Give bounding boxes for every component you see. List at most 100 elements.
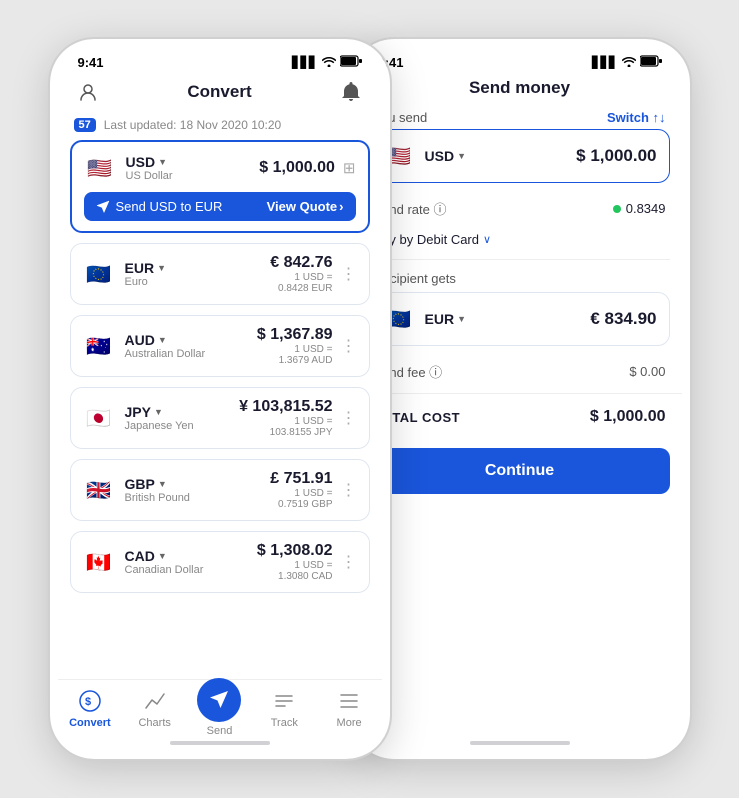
cad-menu-icon[interactable]: ⋮ [341,552,357,572]
gbp-name: British Pound [125,492,190,504]
convert-tab-icon: $ [77,688,103,714]
continue-button[interactable]: Continue [370,448,670,494]
aud-flag: 🇦🇺 [83,330,115,362]
gbp-code: GBP ▼ [125,476,190,492]
tab-more[interactable]: More [317,688,382,729]
send-usd-amount: $ 1,000.00 [576,146,656,166]
page-title-1: Convert [187,82,251,102]
cad-rate: 1 USD =1.3080 CAD [257,560,333,582]
usd-flag: 🇺🇸 [84,152,116,184]
send-rate-info-icon: ⓘ [434,202,447,217]
send-fee-row: Send fee ⓘ $ 0.00 [358,354,682,389]
cad-name: Canadian Dollar [125,564,204,576]
status-icons-2: ▋▋▋ [592,55,661,70]
tab-charts[interactable]: Charts [122,688,187,729]
gbp-card[interactable]: 🇬🇧 GBP ▼ British Pound £ 751.91 1 USD =0… [70,459,370,521]
tab-track-label: Track [271,717,298,729]
eur-rate: 1 USD =0.8428 EUR [270,272,332,294]
eur-menu-icon[interactable]: ⋮ [341,264,357,284]
usd-code: USD ▼ [126,154,173,170]
svg-text:$: $ [85,696,91,708]
status-bar-1: 9:41 ▋▋▋ [58,47,382,74]
recipient-eur-code: EUR ▼ [425,311,466,327]
wifi-icon-1 [322,56,336,70]
pay-method-row[interactable]: Pay by Debit Card ∨ [358,226,682,257]
status-icons-1: ▋▋▋ [292,55,361,70]
pay-method-arrow: ∨ [483,233,491,246]
section-divider [370,259,670,260]
recipient-gets-section[interactable]: 🇪🇺 EUR ▼ € 834.90 [370,292,670,346]
eur-name: Euro [125,276,166,288]
usd-name: US Dollar [126,170,173,182]
recipient-eur-amount: € 834.90 [590,309,656,329]
jpy-amount: ¥ 103,815.52 [239,398,332,416]
aud-card[interactable]: 🇦🇺 AUD ▼ Australian Dollar $ 1,367.89 1 … [70,315,370,377]
aud-amount: $ 1,367.89 [257,326,333,344]
eur-code: EUR ▼ [125,260,166,276]
home-indicator-1 [170,741,270,745]
time-1: 9:41 [78,55,104,70]
tab-track[interactable]: Track [252,688,317,729]
grid-icon[interactable]: ⊞ [343,159,356,177]
send-fee-value: $ 0.00 [629,364,665,379]
tab-convert[interactable]: $ Convert [58,688,123,729]
jpy-menu-icon[interactable]: ⋮ [341,408,357,428]
gbp-amount: £ 751.91 [270,470,332,488]
profile-icon[interactable] [74,78,102,106]
cad-card[interactable]: 🇨🇦 CAD ▼ Canadian Dollar $ 1,308.02 1 US… [70,531,370,593]
send-money-title: Send money [469,78,570,98]
send-tab-icon [197,678,241,722]
tab-send-label: Send [207,725,233,737]
update-bar: 57 Last updated: 18 Nov 2020 10:20 [58,114,382,140]
track-tab-icon [271,688,297,714]
rate-status-dot [613,205,621,213]
tab-send[interactable]: Send [187,688,252,737]
wifi-icon-2 [622,56,636,70]
bell-icon[interactable] [337,78,365,106]
send-rate-row: Send rate ⓘ 0.8349 [358,191,682,226]
send-rate-value: 0.8349 [626,201,666,216]
gbp-flag: 🇬🇧 [83,474,115,506]
battery-icon-2 [640,55,662,70]
aud-rate: 1 USD =1.3679 AUD [257,344,333,366]
charts-tab-icon [142,688,168,714]
aud-name: Australian Dollar [125,348,206,360]
view-quote-btn[interactable]: View Quote › [267,199,344,214]
eur-flag: 🇪🇺 [83,258,115,290]
phone-send-money: 9:41 ▋▋▋ [350,39,690,759]
update-text: Last updated: 18 Nov 2020 10:20 [104,118,281,132]
usd-amount: $ 1,000.00 [259,159,335,177]
send-bar[interactable]: Send USD to EUR View Quote › [84,192,356,221]
jpy-code: JPY ▼ [125,404,194,420]
jpy-card[interactable]: 🇯🇵 JPY ▼ Japanese Yen ¥ 103,815.52 1 USD… [70,387,370,449]
gbp-menu-icon[interactable]: ⋮ [341,480,357,500]
jpy-rate: 1 USD =103.8155 JPY [239,416,332,438]
signal-icon-2: ▋▋▋ [592,56,617,69]
home-indicator-2 [470,741,570,745]
eur-card[interactable]: 🇪🇺 EUR ▼ Euro € 842.76 1 USD =0.8428 EUR… [70,243,370,305]
signal-icon-1: ▋▋▋ [292,56,317,69]
gbp-rate: 1 USD =0.7519 GBP [270,488,332,510]
tab-convert-label: Convert [69,717,111,729]
active-currency-card[interactable]: 🇺🇸 USD ▼ US Dollar $ 1,000.00 ⊞ [70,140,370,233]
tab-charts-label: Charts [138,717,170,729]
nav-header-1: Convert [58,74,382,114]
total-cost-bar: TOTAL COST $ 1,000.00 [358,393,682,440]
total-cost-value: $ 1,000.00 [590,408,666,426]
switch-button[interactable]: Switch ↑↓ [607,110,666,125]
tab-more-label: More [337,717,362,729]
cad-amount: $ 1,308.02 [257,542,333,560]
eur-amount: € 842.76 [270,254,332,272]
you-send-section[interactable]: 🇺🇸 USD ▼ $ 1,000.00 [370,129,670,183]
battery-icon-1 [340,55,362,70]
cad-flag: 🇨🇦 [83,546,115,578]
more-tab-icon [336,688,362,714]
aud-code: AUD ▼ [125,332,206,348]
send-usd-code: USD ▼ [425,148,466,164]
phone-convert: 9:41 ▋▋▋ [50,39,390,759]
update-badge: 57 [74,118,96,132]
jpy-name: Japanese Yen [125,420,194,432]
cad-code: CAD ▼ [125,548,204,564]
aud-menu-icon[interactable]: ⋮ [341,336,357,356]
send-fee-info-icon: ⓘ [429,365,442,380]
